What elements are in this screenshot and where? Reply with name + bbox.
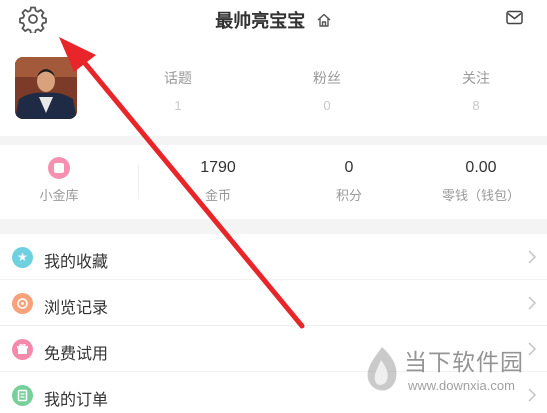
menu-item-label: 我的订单 [44,392,109,409]
change-value: 0.00 [465,159,497,176]
watermark-logo-icon [367,347,397,391]
profile-section: 话题 1 粉丝 0 关注 8 [0,40,547,136]
wallet-change[interactable]: 0.00 零钱（钱包） [426,157,536,204]
watermark: 当下软件园 www.downxia.com [360,340,545,400]
wallet-points[interactable]: 0 积分 [294,157,404,204]
home-icon[interactable] [316,12,332,28]
points-value: 0 [344,159,354,176]
piggy-bank-icon [48,157,70,179]
stat-value: 8 [472,98,480,113]
stat-label: 关注 [462,70,490,86]
coins-value: 1790 [200,159,236,176]
change-label: 零钱（钱包） [441,188,520,203]
stat-topics[interactable]: 话题 1 [138,68,218,113]
menu-item-label: 浏览记录 [44,300,109,317]
stat-label: 粉丝 [313,70,341,86]
chevron-right-icon [528,296,537,310]
watermark-url: www.downxia.com [408,378,515,393]
gift-icon [12,339,33,360]
avatar[interactable] [15,57,77,119]
wallet-section: 小金库 1790 金币 0 积分 0.00 零钱（钱包） [0,145,547,217]
top-bar: 最帅亮宝宝 [0,0,547,40]
stat-value: 1 [174,98,182,113]
menu-item-label: 免费试用 [44,346,109,363]
points-label: 积分 [335,188,362,203]
order-icon [12,385,33,406]
stat-value: 0 [323,98,331,113]
section-divider [0,219,547,234]
wallet-coins[interactable]: 1790 金币 [163,157,273,204]
history-icon [12,293,33,314]
coins-label: 金币 [204,188,231,203]
star-icon: ★ [12,247,33,268]
menu-item-label: 我的收藏 [44,254,109,271]
stat-following[interactable]: 关注 8 [436,68,516,113]
vault-button[interactable]: 小金库 [4,157,114,204]
vault-label: 小金库 [39,188,79,203]
section-divider [0,136,547,145]
watermark-name: 当下软件园 [404,349,524,375]
stat-label: 话题 [164,70,192,86]
menu-item-history[interactable]: 浏览记录 [0,280,547,326]
stat-fans[interactable]: 粉丝 0 [287,68,367,113]
menu-item-favorites[interactable]: ★ 我的收藏 [0,234,547,280]
divider [138,165,139,199]
mail-icon[interactable] [506,10,523,25]
page-title: 最帅亮宝宝 [215,11,306,31]
chevron-right-icon [528,250,537,264]
